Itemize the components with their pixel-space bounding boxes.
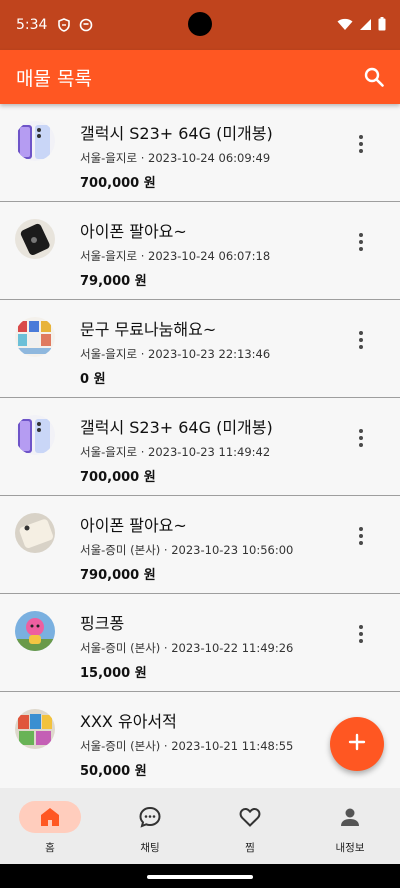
nav-label: 홈 [45, 842, 55, 854]
item-meta: 서울-증미 (본사) · 2023-10-23 10:56:00 [80, 543, 294, 557]
product-thumbnail [15, 513, 55, 553]
item-meta: 서울-증미 (본사) · 2023-10-21 11:48:55 [80, 739, 294, 753]
list-item[interactable]: 핑크퐁 서울-증미 (본사) · 2023-10-22 11:49:26 15,… [0, 594, 400, 692]
more-options-icon[interactable] [350, 524, 372, 548]
shield-icon [57, 18, 71, 32]
product-thumbnail [15, 121, 55, 161]
item-price: 50,000 원 [80, 764, 147, 779]
nav-label: 내정보 [335, 842, 365, 854]
list-item[interactable]: 아이폰 팔아요~ 서울-증미 (본사) · 2023-10-23 10:56:0… [0, 496, 400, 594]
item-meta: 서울-을지로 · 2023-10-23 11:49:42 [80, 445, 271, 459]
battery-icon [378, 16, 386, 35]
more-options-icon[interactable] [350, 230, 372, 254]
item-price: 700,000 원 [80, 176, 156, 191]
app-notification-icon [79, 18, 93, 32]
home-icon [37, 804, 63, 830]
item-title: 아이폰 팔아요~ [80, 222, 187, 241]
listing-list: 갤럭시 S23+ 64G (미개봉) 서울-을지로 · 2023-10-24 0… [0, 104, 400, 788]
nav-item-favorites[interactable]: 찜 [200, 788, 300, 864]
item-price: 15,000 원 [80, 666, 147, 681]
app-bar: 매물 목록 [0, 50, 400, 104]
plus-icon [348, 733, 366, 755]
camera-cutout [188, 12, 212, 36]
product-thumbnail [15, 415, 55, 455]
item-title: 문구 무료나눔해요~ [80, 320, 217, 339]
nav-label: 찜 [245, 842, 255, 854]
item-price: 700,000 원 [80, 470, 156, 485]
heart-icon [237, 804, 263, 830]
add-listing-button[interactable] [330, 717, 384, 771]
product-thumbnail [15, 709, 55, 749]
more-options-icon[interactable] [350, 426, 372, 450]
item-title: 아이폰 팔아요~ [80, 516, 187, 535]
nav-label: 채팅 [140, 842, 160, 854]
nav-item-chat[interactable]: 채팅 [100, 788, 200, 864]
list-item[interactable]: 문구 무료나눔해요~ 서울-을지로 · 2023-10-23 22:13:46 … [0, 300, 400, 398]
more-options-icon[interactable] [350, 622, 372, 646]
product-thumbnail [15, 317, 55, 357]
item-meta: 서울-증미 (본사) · 2023-10-22 11:49:26 [80, 641, 294, 655]
signal-icon [359, 16, 372, 35]
page-title: 매물 목록 [16, 67, 92, 90]
nav-item-home[interactable]: 홈 [0, 788, 100, 864]
nav-item-profile[interactable]: 내정보 [300, 788, 400, 864]
search-icon[interactable] [356, 59, 392, 95]
item-title: XXX 유아서적 [80, 712, 177, 731]
item-title: 갤럭시 S23+ 64G (미개봉) [80, 418, 273, 437]
home-gesture-handle[interactable] [147, 875, 253, 879]
status-bar: 5:34 [0, 0, 400, 50]
wifi-icon [337, 16, 353, 35]
item-meta: 서울-을지로 · 2023-10-23 22:13:46 [80, 347, 271, 361]
product-thumbnail [15, 611, 55, 651]
list-item[interactable]: 갤럭시 S23+ 64G (미개봉) 서울-을지로 · 2023-10-23 1… [0, 398, 400, 496]
more-options-icon[interactable] [350, 132, 372, 156]
item-price: 790,000 원 [80, 568, 156, 583]
chat-icon [137, 804, 163, 830]
item-meta: 서울-을지로 · 2023-10-24 06:07:18 [80, 249, 271, 263]
more-options-icon[interactable] [350, 328, 372, 352]
item-title: 핑크퐁 [80, 614, 125, 633]
item-meta: 서울-을지로 · 2023-10-24 06:09:49 [80, 151, 271, 165]
status-time: 5:34 [16, 17, 48, 33]
list-item[interactable]: 갤럭시 S23+ 64G (미개봉) 서울-을지로 · 2023-10-24 0… [0, 104, 400, 202]
bottom-navigation: 홈 채팅 찜 내정보 [0, 788, 400, 864]
product-thumbnail [15, 219, 55, 259]
item-title: 갤럭시 S23+ 64G (미개봉) [80, 124, 273, 143]
item-price: 79,000 원 [80, 274, 147, 289]
person-icon [337, 804, 363, 830]
item-price: 0 원 [80, 372, 106, 387]
system-navigation-bar [0, 864, 400, 888]
list-item[interactable]: 아이폰 팔아요~ 서울-을지로 · 2023-10-24 06:07:18 79… [0, 202, 400, 300]
